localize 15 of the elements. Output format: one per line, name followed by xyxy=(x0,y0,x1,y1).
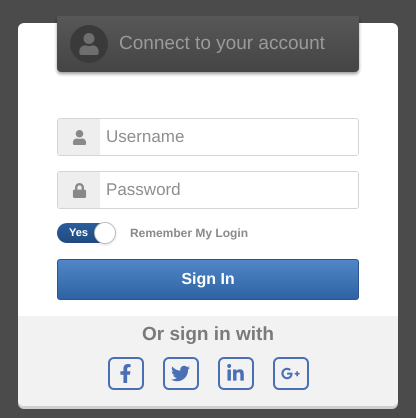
header-title: Connect to your account xyxy=(119,32,325,56)
input-field[interactable]: Password xyxy=(57,171,359,209)
google-plus-icon[interactable] xyxy=(272,356,308,390)
linkedin-icon[interactable] xyxy=(218,356,254,390)
toggle-text: Yes xyxy=(69,226,88,241)
input-field[interactable]: Username xyxy=(57,118,359,156)
social-title: Or sign in with xyxy=(142,323,274,347)
facebook-icon[interactable] xyxy=(108,356,144,390)
user-icon xyxy=(72,130,86,144)
sign-in-button[interactable]: Sign In xyxy=(57,259,359,300)
twitter-icon[interactable] xyxy=(162,356,198,390)
avatar-icon xyxy=(70,25,108,63)
remember-label: Remember My Login xyxy=(130,225,248,242)
lock-icon xyxy=(72,182,86,198)
remember-toggle[interactable]: Yes xyxy=(57,223,115,243)
